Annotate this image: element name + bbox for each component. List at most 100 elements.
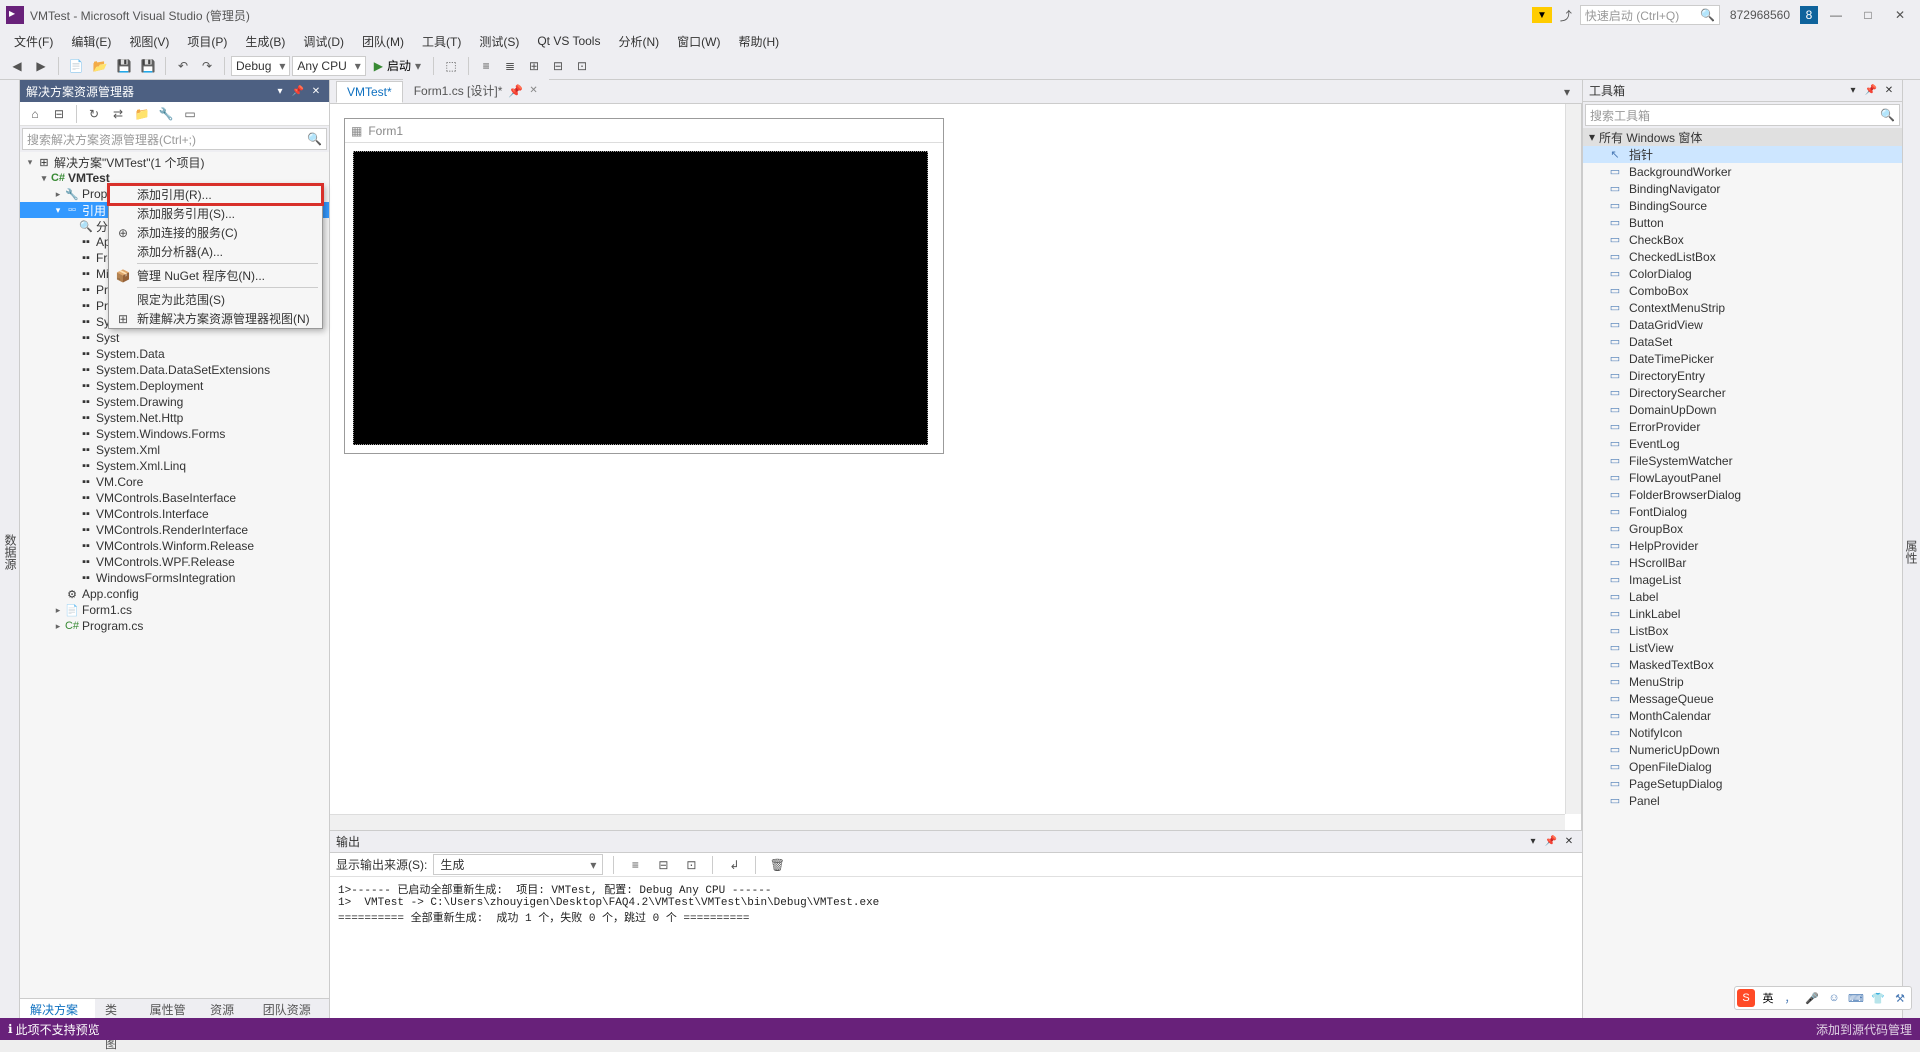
- align-icon[interactable]: ⊡: [571, 55, 593, 77]
- properties-icon[interactable]: 🔧: [155, 103, 177, 125]
- menu-analyze[interactable]: 分析(N): [610, 31, 667, 52]
- btab-resource[interactable]: 资源视图: [200, 999, 253, 1020]
- close-button[interactable]: ✕: [1886, 4, 1914, 26]
- tab-form1-design[interactable]: Form1.cs [设计]*📌✕: [403, 78, 549, 103]
- toolbox-item[interactable]: ▭ImageList: [1583, 571, 1902, 588]
- ctx-scope[interactable]: 限定为此范围(S): [109, 290, 322, 309]
- toolbox-category[interactable]: ▾ 所有 Windows 窗体: [1583, 128, 1902, 146]
- clear-all-icon[interactable]: 🗑: [766, 854, 788, 876]
- pin-icon[interactable]: 📌: [1864, 84, 1878, 98]
- toolbox-item[interactable]: ▭MenuStrip: [1583, 673, 1902, 690]
- ime-punct-icon[interactable]: ，: [1781, 989, 1799, 1007]
- toolbox-item[interactable]: ▭Button: [1583, 214, 1902, 231]
- toolbox-item[interactable]: ▭DirectoryEntry: [1583, 367, 1902, 384]
- toggle-icon[interactable]: ⊟: [652, 854, 674, 876]
- toolbox-item[interactable]: ▭NumericUpDown: [1583, 741, 1902, 758]
- sync-icon[interactable]: ⇄: [107, 103, 129, 125]
- tree-node[interactable]: ▪▪VMControls.BaseInterface: [20, 490, 329, 506]
- refresh-icon[interactable]: ↻: [83, 103, 105, 125]
- ime-kbd-icon[interactable]: ⌨: [1847, 989, 1865, 1007]
- tb-icon[interactable]: ⬚: [440, 55, 462, 77]
- home-icon[interactable]: ⌂: [24, 103, 46, 125]
- toolbox-item[interactable]: ▭OpenFileDialog: [1583, 758, 1902, 775]
- pin-icon[interactable]: 📌: [291, 84, 305, 98]
- tree-node[interactable]: ▪▪System.Drawing: [20, 394, 329, 410]
- tree-node[interactable]: ▪▪VMControls.WPF.Release: [20, 554, 329, 570]
- toolbox-item[interactable]: ▭HelpProvider: [1583, 537, 1902, 554]
- platform-combo[interactable]: Any CPU: [292, 56, 365, 76]
- toolbox-item[interactable]: ▭NotifyIcon: [1583, 724, 1902, 741]
- toolbox-item[interactable]: ▭DataSet: [1583, 333, 1902, 350]
- toolbox-item[interactable]: ▭ListView: [1583, 639, 1902, 656]
- redo-button[interactable]: ↷: [196, 55, 218, 77]
- align-icon[interactable]: ⊟: [547, 55, 569, 77]
- pin-icon[interactable]: 📌: [508, 84, 523, 98]
- ctx-manage-nuget[interactable]: 📦管理 NuGet 程序包(N)...: [109, 266, 322, 285]
- tree-node[interactable]: ▪▪VMControls.Winform.Release: [20, 538, 329, 554]
- toolbox-item[interactable]: ▭ColorDialog: [1583, 265, 1902, 282]
- toolbox-item[interactable]: ▭ErrorProvider: [1583, 418, 1902, 435]
- toolbox-list[interactable]: ↖指针▭BackgroundWorker▭BindingNavigator▭Bi…: [1583, 146, 1902, 1020]
- ime-tool-icon[interactable]: ⚒: [1891, 989, 1909, 1007]
- form-window[interactable]: ▦ Form1: [344, 118, 944, 454]
- save-button[interactable]: 💾: [113, 55, 135, 77]
- vertical-scrollbar[interactable]: [1565, 104, 1581, 814]
- toolbox-item[interactable]: ▭GroupBox: [1583, 520, 1902, 537]
- tree-node[interactable]: ▪▪WindowsFormsIntegration: [20, 570, 329, 586]
- toolbox-item[interactable]: ▭MaskedTextBox: [1583, 656, 1902, 673]
- tree-node[interactable]: ▪▪System.Windows.Forms: [20, 426, 329, 442]
- toolbox-item[interactable]: ▭DateTimePicker: [1583, 350, 1902, 367]
- tree-node-appconfig[interactable]: ⚙App.config: [20, 586, 329, 602]
- btab-props[interactable]: 属性管理器: [140, 999, 200, 1020]
- config-combo[interactable]: Debug: [231, 56, 290, 76]
- ctx-new-explorer-view[interactable]: ⊞新建解决方案资源管理器视图(N): [109, 309, 322, 328]
- ctx-add-reference[interactable]: 添加引用(R)...: [109, 185, 322, 204]
- toolbox-item[interactable]: ▭ListBox: [1583, 622, 1902, 639]
- ctx-add-service-ref[interactable]: 添加服务引用(S)...: [109, 204, 322, 223]
- toolbox-item[interactable]: ▭CheckedListBox: [1583, 248, 1902, 265]
- toolbox-item[interactable]: ▭Panel: [1583, 792, 1902, 809]
- output-source-combo[interactable]: 生成: [433, 854, 603, 875]
- toolbox-item[interactable]: ▭FolderBrowserDialog: [1583, 486, 1902, 503]
- toolbox-item[interactable]: ▭DomainUpDown: [1583, 401, 1902, 418]
- solution-search-input[interactable]: 搜索解决方案资源管理器(Ctrl+;) 🔍: [22, 128, 327, 150]
- nav-fwd-button[interactable]: ▶: [30, 55, 52, 77]
- toolbox-item[interactable]: ▭EventLog: [1583, 435, 1902, 452]
- toolbox-item[interactable]: ▭MonthCalendar: [1583, 707, 1902, 724]
- toolbox-item[interactable]: ▭ContextMenuStrip: [1583, 299, 1902, 316]
- form-client-area[interactable]: [353, 151, 928, 445]
- ctx-add-connected-service[interactable]: ⊕添加连接的服务(C): [109, 223, 322, 242]
- menu-view[interactable]: 视图(V): [121, 31, 177, 52]
- menu-project[interactable]: 项目(P): [179, 31, 235, 52]
- close-icon[interactable]: ✕: [529, 85, 537, 96]
- tab-list-icon[interactable]: ▾: [1556, 81, 1578, 103]
- toolbox-item[interactable]: ▭BackgroundWorker: [1583, 163, 1902, 180]
- toggle-icon[interactable]: ⊡: [680, 854, 702, 876]
- panel-close-icon[interactable]: ✕: [1562, 835, 1576, 849]
- align-icon[interactable]: ≣: [499, 55, 521, 77]
- toolbox-item[interactable]: ▭FlowLayoutPanel: [1583, 469, 1902, 486]
- align-icon[interactable]: ≡: [475, 55, 497, 77]
- preview-icon[interactable]: ▭: [179, 103, 201, 125]
- align-icon[interactable]: ⊞: [523, 55, 545, 77]
- toolbox-item[interactable]: ▭Label: [1583, 588, 1902, 605]
- tab-vmtest[interactable]: VMTest*: [336, 81, 403, 103]
- toolbox-item[interactable]: ▭LinkLabel: [1583, 605, 1902, 622]
- menu-window[interactable]: 窗口(W): [669, 31, 728, 52]
- toolbox-item[interactable]: ▭MessageQueue: [1583, 690, 1902, 707]
- horizontal-scrollbar[interactable]: [330, 814, 1565, 830]
- solution-node[interactable]: ▾⊞解决方案"VMTest"(1 个项目): [20, 154, 329, 170]
- notification-badge[interactable]: 8: [1800, 6, 1818, 24]
- btab-solution[interactable]: 解决方案资源...: [20, 999, 95, 1020]
- menu-build[interactable]: 生成(B): [237, 31, 293, 52]
- menu-edit[interactable]: 编辑(E): [63, 31, 119, 52]
- panel-close-icon[interactable]: ✕: [1882, 84, 1896, 98]
- menu-test[interactable]: 测试(S): [471, 31, 527, 52]
- tree-node[interactable]: ▪▪VM.Core: [20, 474, 329, 490]
- menu-file[interactable]: 文件(F): [6, 31, 61, 52]
- tree-node[interactable]: ▪▪System.Xml: [20, 442, 329, 458]
- tree-node[interactable]: ▪▪VMControls.Interface: [20, 506, 329, 522]
- feedback-icon[interactable]: ⤴: [1556, 5, 1576, 25]
- toolbox-item[interactable]: ↖指针: [1583, 146, 1902, 163]
- minimize-button[interactable]: —: [1822, 4, 1850, 26]
